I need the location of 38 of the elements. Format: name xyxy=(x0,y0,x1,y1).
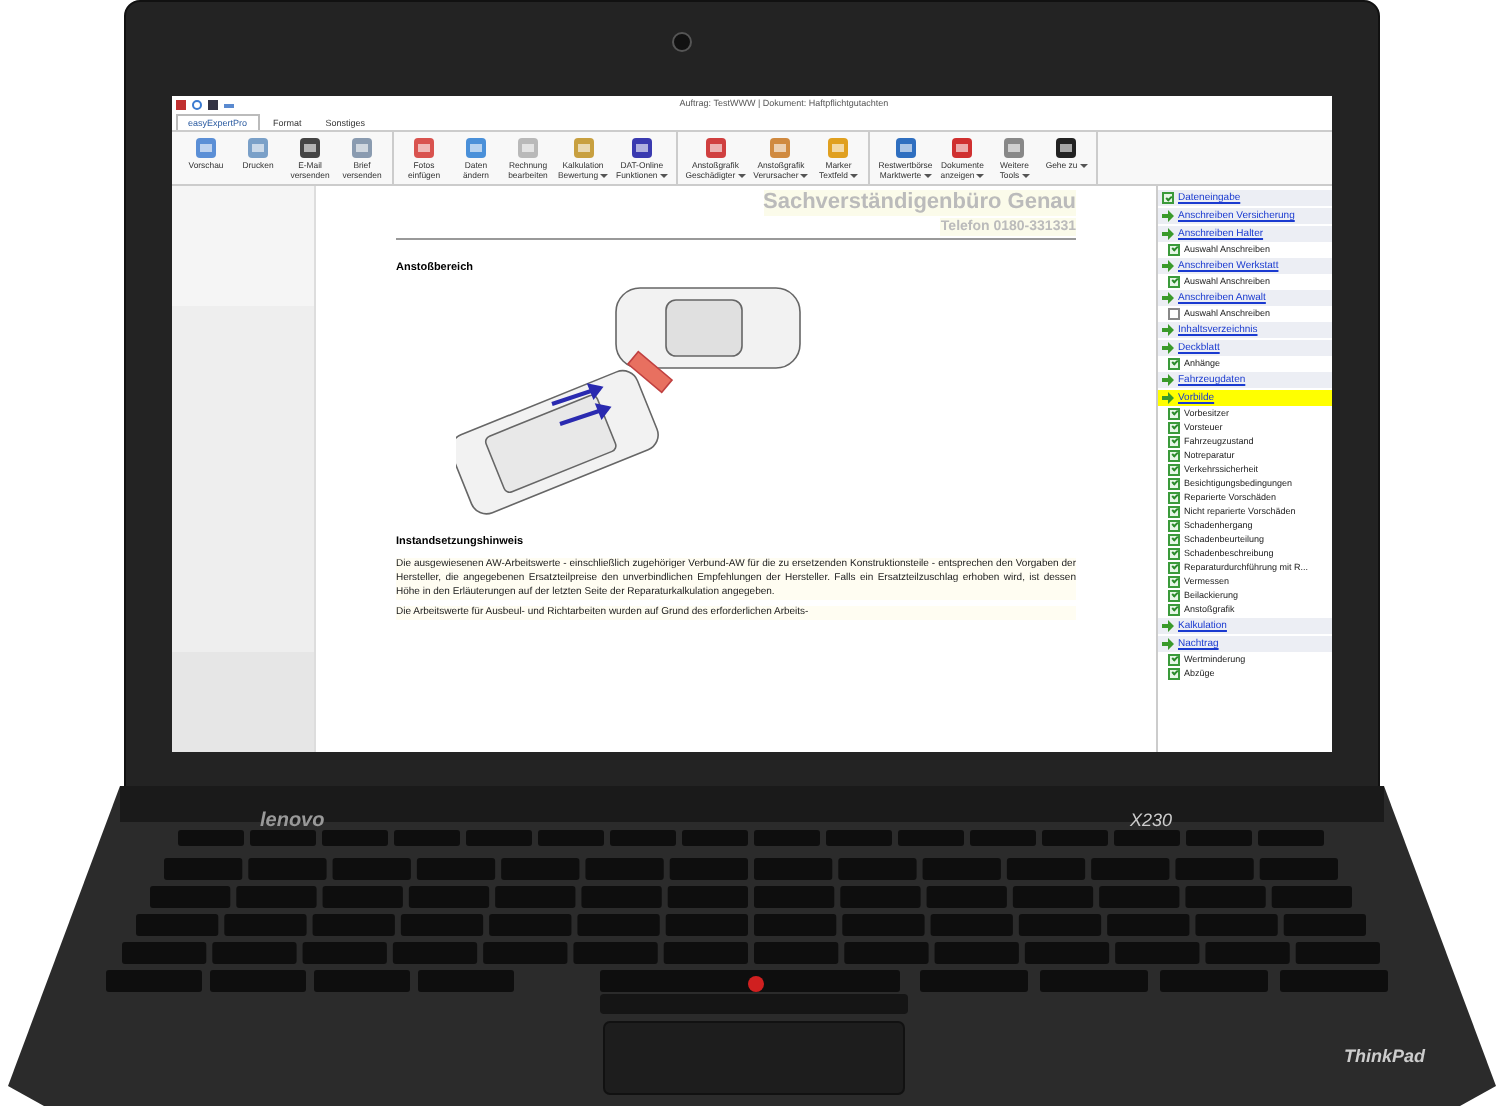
checkbox[interactable] xyxy=(1168,449,1180,461)
caret-icon xyxy=(1079,163,1088,168)
checkbox[interactable] xyxy=(1168,407,1180,419)
checkbox[interactable] xyxy=(1168,547,1180,559)
checkbox[interactable] xyxy=(1168,505,1180,517)
checkbox[interactable] xyxy=(1168,519,1180,531)
checkbox[interactable] xyxy=(1168,533,1180,545)
caret-icon xyxy=(1021,173,1030,178)
checkbox[interactable] xyxy=(1168,589,1180,601)
caret-icon xyxy=(849,173,858,178)
checkbox[interactable] xyxy=(1168,561,1180,573)
caret-icon xyxy=(737,173,746,178)
model-label: X230 xyxy=(1130,808,1173,834)
checkbox[interactable] xyxy=(1168,435,1180,447)
checkbox[interactable] xyxy=(1168,421,1180,433)
app-icon xyxy=(176,100,186,110)
arrow-right-icon xyxy=(1162,292,1174,304)
caret-icon xyxy=(976,173,985,178)
caret-icon xyxy=(923,173,932,178)
checkbox[interactable] xyxy=(1168,477,1180,489)
checkbox[interactable] xyxy=(1168,603,1180,615)
checkbox[interactable] xyxy=(1168,491,1180,503)
letterhead: Sachverständigenbüro Genau xyxy=(763,190,1076,216)
caret-icon xyxy=(659,173,668,178)
checkbox[interactable] xyxy=(1168,463,1180,475)
checkbox[interactable] xyxy=(1168,275,1180,287)
checkbox[interactable] xyxy=(1168,243,1180,255)
caret-icon xyxy=(800,173,809,178)
caret-icon xyxy=(600,173,609,178)
checkbox[interactable] xyxy=(1168,653,1180,665)
checkbox[interactable] xyxy=(1168,307,1180,319)
palmrest-logo: ThinkPad xyxy=(1344,1044,1426,1070)
checkbox[interactable] xyxy=(1162,192,1174,204)
checkbox[interactable] xyxy=(1168,667,1180,679)
lid-logo: lenovo xyxy=(260,808,325,836)
checkbox[interactable] xyxy=(1168,357,1180,369)
arrow-right-icon xyxy=(1162,260,1174,272)
checkbox[interactable] xyxy=(1168,575,1180,587)
